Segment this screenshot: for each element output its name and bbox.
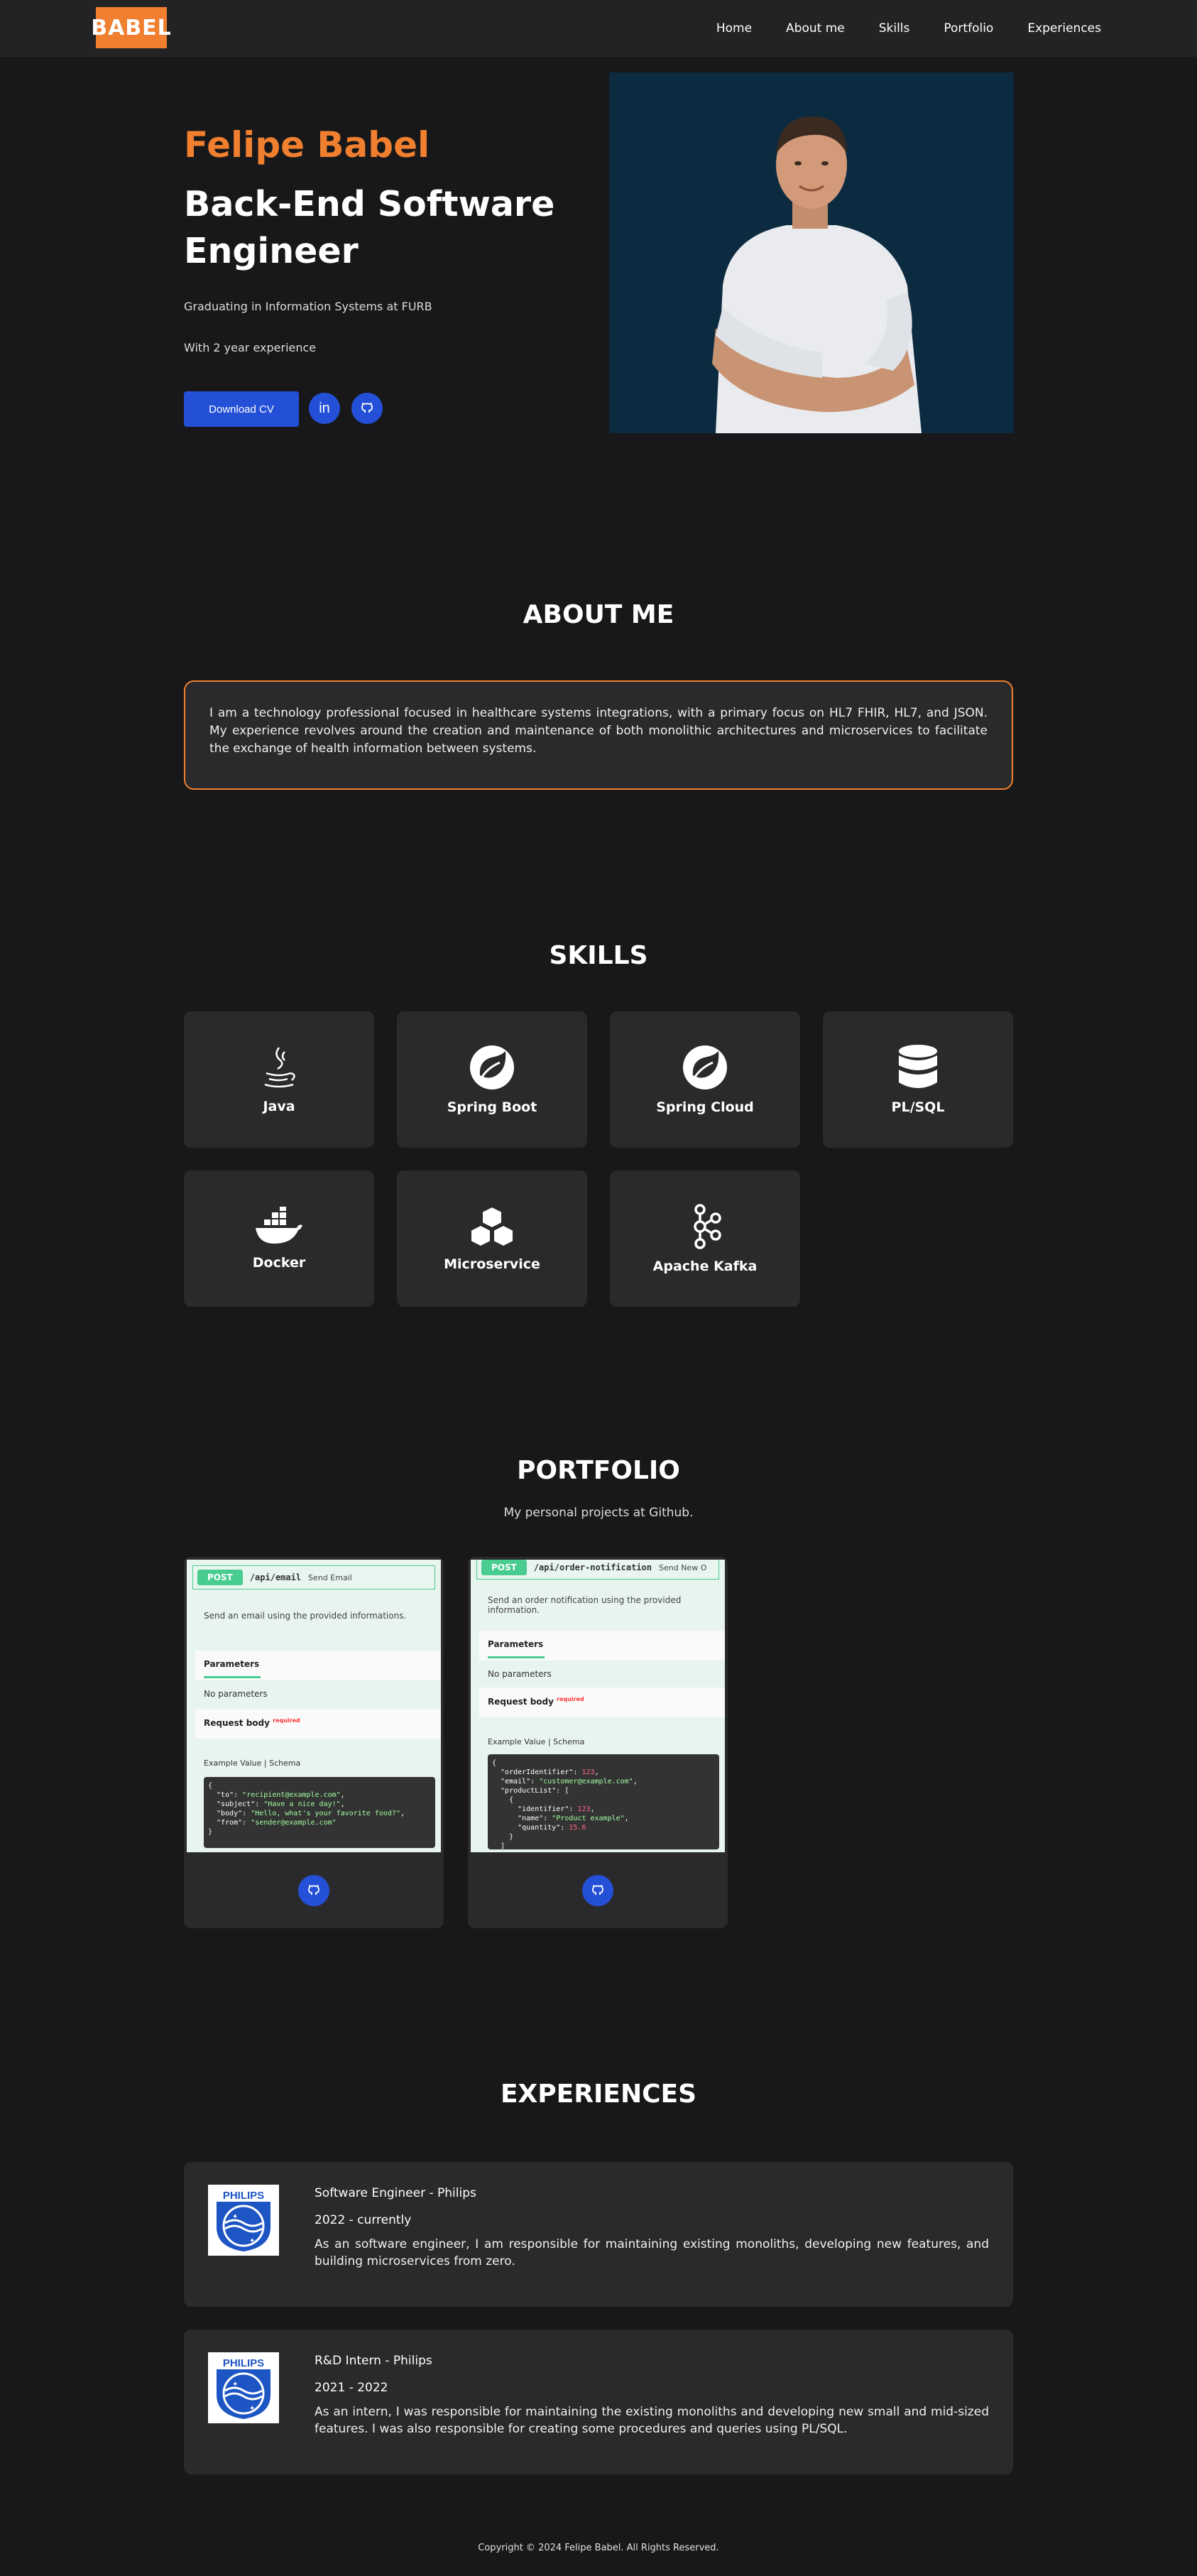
svg-text:✦: ✦ (232, 2381, 238, 2388)
github-button[interactable] (582, 1874, 613, 1906)
hero-role: Back-End Software Engineer (184, 184, 555, 271)
skill-label: PL/SQL (891, 1099, 945, 1115)
skill-label: Apache Kafka (652, 1259, 758, 1274)
skill-label: Spring Cloud (656, 1099, 754, 1115)
http-method-badge: POST (197, 1570, 243, 1585)
example-value-tabs: Example Value | Schema (204, 1759, 301, 1768)
hero-education: Graduating in Information Systems at FUR… (184, 300, 432, 313)
skill-card-java: Java (184, 1011, 374, 1148)
about-title: ABOUT ME (523, 600, 674, 629)
nav-link-skills[interactable]: Skills (879, 21, 910, 36)
experience-title: R&D Intern - Philips (315, 2354, 432, 2368)
swagger-endpoint-bar: POST /api/email Send Email (192, 1565, 435, 1589)
experiences-title: EXPERIENCES (500, 2080, 697, 2109)
skill-label: Docker (252, 1255, 306, 1271)
philips-logo: PHILIPS ✦ ✦ (208, 2185, 279, 2256)
nav-link-portfolio[interactable]: Portfolio (944, 21, 993, 36)
project-card-email: POST /api/email Send Email Send an email… (184, 1557, 444, 1928)
github-button[interactable] (351, 393, 383, 424)
experience-period: 2022 - currently (315, 2213, 412, 2227)
skill-card-spring-cloud: Spring Cloud (610, 1011, 800, 1148)
philips-logo: PHILIPS ✦ ✦ (208, 2352, 279, 2423)
java-icon (264, 1047, 295, 1088)
project-footer (468, 1852, 728, 1928)
portfolio-subtitle: My personal projects at Github. (503, 1506, 694, 1520)
experience-title: Software Engineer - Philips (315, 2186, 476, 2200)
svg-text:✦: ✦ (249, 2405, 255, 2413)
footer-copyright: Copyright © 2024 Felipe Babel. All Right… (478, 2543, 719, 2553)
cubes-icon (470, 1205, 514, 1248)
request-body-row: Request body required (479, 1688, 725, 1717)
skill-label: Spring Boot (447, 1099, 537, 1115)
endpoint-summary: Send Email (308, 1572, 352, 1582)
experience-description: As an software engineer, I am responsibl… (315, 2237, 989, 2268)
tab-underline (204, 1676, 261, 1678)
svg-text:PHILIPS: PHILIPS (223, 2190, 264, 2202)
http-method-badge: POST (481, 1560, 527, 1575)
experience-card: PHILIPS ✦ ✦ Software Engineer - Philips … (184, 2162, 1013, 2307)
skill-card-plsql: PL/SQL (823, 1011, 1013, 1148)
endpoint-description: Send an order notification using the pro… (488, 1595, 682, 1615)
endpoint-path: /api/email (249, 1572, 302, 1582)
database-icon (899, 1045, 937, 1088)
linkedin-button[interactable]: in (309, 393, 340, 424)
skills-title: SKILLS (549, 941, 648, 970)
hero-experience: With 2 year experience (184, 341, 317, 354)
skill-label: Microservice (444, 1256, 540, 1272)
example-value-tabs: Example Value | Schema (488, 1737, 585, 1746)
skill-label: Java (263, 1099, 295, 1114)
nav-links: Home About me Skills Portfolio Experienc… (716, 0, 1101, 57)
experience-description: As an intern, I was responsible for main… (315, 2405, 989, 2436)
skill-card-spring-boot: Spring Boot (397, 1011, 587, 1148)
portfolio-title: PORTFOLIO (517, 1456, 680, 1485)
top-navbar: BABEL Home About me Skills Portfolio Exp… (0, 0, 1197, 57)
skill-card-kafka: Apache Kafka (610, 1170, 800, 1307)
skill-card-microservice: Microservice (397, 1170, 587, 1307)
request-body-row: Request body required (195, 1709, 441, 1739)
github-button[interactable] (298, 1874, 329, 1906)
svg-text:✦: ✦ (232, 2213, 238, 2221)
linkedin-icon: in (319, 400, 330, 416)
svg-text:✦: ✦ (249, 2237, 255, 2245)
github-icon (592, 1884, 603, 1895)
swagger-endpoint-bar: POST /api/order-notification Send New O (476, 1560, 719, 1580)
nav-link-home[interactable]: Home (716, 21, 752, 36)
nav-link-about[interactable]: About me (786, 21, 845, 36)
project-screenshot[interactable]: POST /api/email Send Email Send an email… (187, 1560, 441, 1852)
download-cv-button[interactable]: Download CV (184, 391, 299, 427)
json-example-code: { "orderIdentifier": 123, "email": "cust… (488, 1754, 719, 1850)
no-parameters-text: No parameters (488, 1669, 552, 1679)
kafka-icon (694, 1204, 721, 1249)
project-card-order-notification: POST /api/order-notification Send New O … (468, 1557, 728, 1928)
tab-underline (488, 1656, 545, 1658)
profile-photo (609, 72, 1014, 433)
about-text: I am a technology professional focused i… (184, 680, 1013, 790)
required-mark: required (273, 1717, 300, 1724)
endpoint-description: Send an email using the provided informa… (204, 1611, 407, 1621)
endpoint-summary: Send New O (659, 1563, 707, 1572)
experience-card: PHILIPS ✦ ✦ R&D Intern - Philips 2021 - … (184, 2330, 1013, 2474)
request-body-label: Request body (488, 1697, 554, 1707)
request-body-label: Request body (204, 1718, 270, 1728)
docker-icon (256, 1207, 302, 1244)
svg-text:PHILIPS: PHILIPS (223, 2357, 264, 2369)
spring-icon (683, 1045, 727, 1089)
project-footer (184, 1852, 444, 1928)
experience-period: 2021 - 2022 (315, 2381, 388, 2395)
skill-card-docker: Docker (184, 1170, 374, 1307)
no-parameters-text: No parameters (204, 1689, 268, 1699)
endpoint-path: /api/order-notification (533, 1563, 652, 1572)
json-example-code: { "to": "recipient@example.com", "subjec… (204, 1777, 435, 1848)
spring-icon (470, 1045, 514, 1089)
site-logo[interactable]: BABEL (91, 7, 171, 48)
experience-details: R&D Intern - Philips 2021 - 2022 As an i… (315, 2352, 989, 2438)
project-screenshot[interactable]: POST /api/order-notification Send New O … (471, 1560, 725, 1852)
nav-link-experiences[interactable]: Experiences (1027, 21, 1101, 36)
experience-details: Software Engineer - Philips 2022 - curre… (315, 2185, 989, 2270)
github-icon (361, 403, 373, 413)
required-mark: required (557, 1696, 584, 1702)
github-icon (308, 1884, 319, 1895)
hero-name: Felipe Babel (184, 124, 430, 165)
